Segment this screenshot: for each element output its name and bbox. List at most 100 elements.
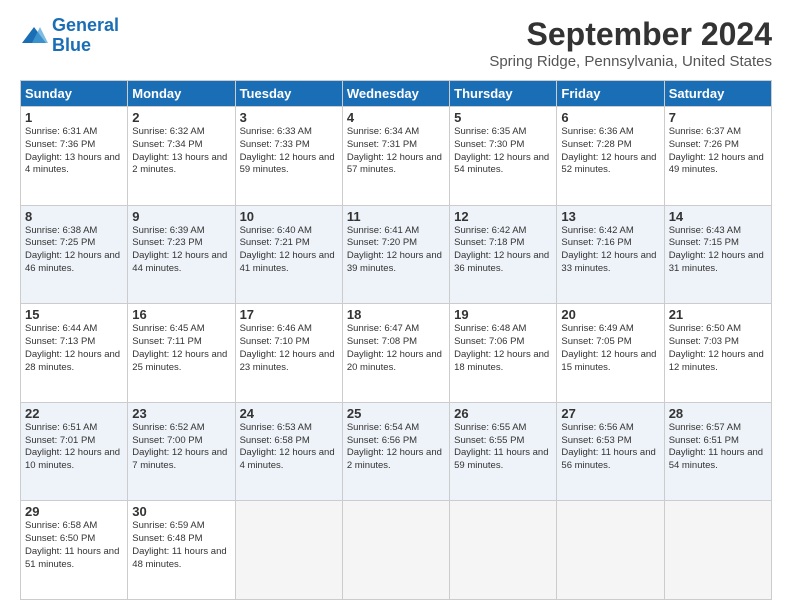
cell-details: Sunrise: 6:50 AMSunset: 7:03 PMDaylight:…	[669, 323, 767, 374]
cell-details: Sunrise: 6:34 AMSunset: 7:31 PMDaylight:…	[347, 126, 445, 177]
cell-details: Sunrise: 6:38 AMSunset: 7:25 PMDaylight:…	[25, 225, 123, 276]
table-row: 9Sunrise: 6:39 AMSunset: 7:23 PMDaylight…	[128, 205, 235, 304]
cell-details: Sunrise: 6:39 AMSunset: 7:23 PMDaylight:…	[132, 225, 230, 276]
col-monday: Monday	[128, 81, 235, 107]
logo: General Blue	[20, 16, 119, 56]
cell-details: Sunrise: 6:42 AMSunset: 7:16 PMDaylight:…	[561, 225, 659, 276]
day-number: 6	[561, 110, 659, 125]
calendar-week-row: 22Sunrise: 6:51 AMSunset: 7:01 PMDayligh…	[21, 402, 772, 501]
col-saturday: Saturday	[664, 81, 771, 107]
table-row: 26Sunrise: 6:55 AMSunset: 6:55 PMDayligh…	[450, 402, 557, 501]
day-number: 24	[240, 406, 338, 421]
table-row: 25Sunrise: 6:54 AMSunset: 6:56 PMDayligh…	[342, 402, 449, 501]
cell-details: Sunrise: 6:44 AMSunset: 7:13 PMDaylight:…	[25, 323, 123, 374]
table-row: 28Sunrise: 6:57 AMSunset: 6:51 PMDayligh…	[664, 402, 771, 501]
table-row	[342, 501, 449, 600]
table-row: 3Sunrise: 6:33 AMSunset: 7:33 PMDaylight…	[235, 107, 342, 206]
day-number: 7	[669, 110, 767, 125]
calendar-week-row: 1Sunrise: 6:31 AMSunset: 7:36 PMDaylight…	[21, 107, 772, 206]
table-row: 27Sunrise: 6:56 AMSunset: 6:53 PMDayligh…	[557, 402, 664, 501]
table-row: 6Sunrise: 6:36 AMSunset: 7:28 PMDaylight…	[557, 107, 664, 206]
day-number: 12	[454, 209, 552, 224]
day-number: 14	[669, 209, 767, 224]
title-block: September 2024 Spring Ridge, Pennsylvani…	[489, 16, 772, 70]
day-number: 16	[132, 307, 230, 322]
cell-details: Sunrise: 6:32 AMSunset: 7:34 PMDaylight:…	[132, 126, 230, 177]
table-row: 18Sunrise: 6:47 AMSunset: 7:08 PMDayligh…	[342, 304, 449, 403]
table-row: 8Sunrise: 6:38 AMSunset: 7:25 PMDaylight…	[21, 205, 128, 304]
day-number: 9	[132, 209, 230, 224]
cell-details: Sunrise: 6:37 AMSunset: 7:26 PMDaylight:…	[669, 126, 767, 177]
col-friday: Friday	[557, 81, 664, 107]
cell-details: Sunrise: 6:54 AMSunset: 6:56 PMDaylight:…	[347, 422, 445, 473]
cell-details: Sunrise: 6:49 AMSunset: 7:05 PMDaylight:…	[561, 323, 659, 374]
cell-details: Sunrise: 6:33 AMSunset: 7:33 PMDaylight:…	[240, 126, 338, 177]
cell-details: Sunrise: 6:59 AMSunset: 6:48 PMDaylight:…	[132, 520, 230, 571]
table-row: 2Sunrise: 6:32 AMSunset: 7:34 PMDaylight…	[128, 107, 235, 206]
month-title: September 2024	[489, 16, 772, 53]
day-number: 29	[25, 504, 123, 519]
table-row: 29Sunrise: 6:58 AMSunset: 6:50 PMDayligh…	[21, 501, 128, 600]
cell-details: Sunrise: 6:53 AMSunset: 6:58 PMDaylight:…	[240, 422, 338, 473]
table-row: 23Sunrise: 6:52 AMSunset: 7:00 PMDayligh…	[128, 402, 235, 501]
table-row: 19Sunrise: 6:48 AMSunset: 7:06 PMDayligh…	[450, 304, 557, 403]
cell-details: Sunrise: 6:35 AMSunset: 7:30 PMDaylight:…	[454, 126, 552, 177]
table-row: 22Sunrise: 6:51 AMSunset: 7:01 PMDayligh…	[21, 402, 128, 501]
day-number: 2	[132, 110, 230, 125]
table-row: 14Sunrise: 6:43 AMSunset: 7:15 PMDayligh…	[664, 205, 771, 304]
table-row	[557, 501, 664, 600]
day-number: 11	[347, 209, 445, 224]
calendar-week-row: 15Sunrise: 6:44 AMSunset: 7:13 PMDayligh…	[21, 304, 772, 403]
day-number: 27	[561, 406, 659, 421]
day-number: 15	[25, 307, 123, 322]
calendar-week-row: 29Sunrise: 6:58 AMSunset: 6:50 PMDayligh…	[21, 501, 772, 600]
day-number: 30	[132, 504, 230, 519]
table-row: 1Sunrise: 6:31 AMSunset: 7:36 PMDaylight…	[21, 107, 128, 206]
cell-details: Sunrise: 6:58 AMSunset: 6:50 PMDaylight:…	[25, 520, 123, 571]
cell-details: Sunrise: 6:46 AMSunset: 7:10 PMDaylight:…	[240, 323, 338, 374]
logo-line2: Blue	[52, 35, 91, 55]
table-row: 21Sunrise: 6:50 AMSunset: 7:03 PMDayligh…	[664, 304, 771, 403]
day-number: 19	[454, 307, 552, 322]
table-row: 15Sunrise: 6:44 AMSunset: 7:13 PMDayligh…	[21, 304, 128, 403]
table-row: 11Sunrise: 6:41 AMSunset: 7:20 PMDayligh…	[342, 205, 449, 304]
col-tuesday: Tuesday	[235, 81, 342, 107]
cell-details: Sunrise: 6:40 AMSunset: 7:21 PMDaylight:…	[240, 225, 338, 276]
day-number: 18	[347, 307, 445, 322]
table-row: 13Sunrise: 6:42 AMSunset: 7:16 PMDayligh…	[557, 205, 664, 304]
col-wednesday: Wednesday	[342, 81, 449, 107]
table-row: 5Sunrise: 6:35 AMSunset: 7:30 PMDaylight…	[450, 107, 557, 206]
col-thursday: Thursday	[450, 81, 557, 107]
table-row	[450, 501, 557, 600]
table-row: 24Sunrise: 6:53 AMSunset: 6:58 PMDayligh…	[235, 402, 342, 501]
table-row: 4Sunrise: 6:34 AMSunset: 7:31 PMDaylight…	[342, 107, 449, 206]
day-number: 8	[25, 209, 123, 224]
cell-details: Sunrise: 6:48 AMSunset: 7:06 PMDaylight:…	[454, 323, 552, 374]
logo-text: General Blue	[52, 16, 119, 56]
table-row	[235, 501, 342, 600]
day-number: 5	[454, 110, 552, 125]
logo-icon	[20, 25, 48, 47]
cell-details: Sunrise: 6:55 AMSunset: 6:55 PMDaylight:…	[454, 422, 552, 473]
day-number: 22	[25, 406, 123, 421]
cell-details: Sunrise: 6:57 AMSunset: 6:51 PMDaylight:…	[669, 422, 767, 473]
table-row: 20Sunrise: 6:49 AMSunset: 7:05 PMDayligh…	[557, 304, 664, 403]
day-number: 10	[240, 209, 338, 224]
day-number: 3	[240, 110, 338, 125]
cell-details: Sunrise: 6:47 AMSunset: 7:08 PMDaylight:…	[347, 323, 445, 374]
calendar: Sunday Monday Tuesday Wednesday Thursday…	[20, 80, 772, 600]
table-row: 30Sunrise: 6:59 AMSunset: 6:48 PMDayligh…	[128, 501, 235, 600]
cell-details: Sunrise: 6:42 AMSunset: 7:18 PMDaylight:…	[454, 225, 552, 276]
day-number: 20	[561, 307, 659, 322]
calendar-header-row: Sunday Monday Tuesday Wednesday Thursday…	[21, 81, 772, 107]
cell-details: Sunrise: 6:36 AMSunset: 7:28 PMDaylight:…	[561, 126, 659, 177]
cell-details: Sunrise: 6:52 AMSunset: 7:00 PMDaylight:…	[132, 422, 230, 473]
day-number: 17	[240, 307, 338, 322]
subtitle: Spring Ridge, Pennsylvania, United State…	[489, 53, 772, 70]
table-row: 16Sunrise: 6:45 AMSunset: 7:11 PMDayligh…	[128, 304, 235, 403]
col-sunday: Sunday	[21, 81, 128, 107]
cell-details: Sunrise: 6:51 AMSunset: 7:01 PMDaylight:…	[25, 422, 123, 473]
logo-line1: General	[52, 15, 119, 35]
cell-details: Sunrise: 6:45 AMSunset: 7:11 PMDaylight:…	[132, 323, 230, 374]
cell-details: Sunrise: 6:56 AMSunset: 6:53 PMDaylight:…	[561, 422, 659, 473]
